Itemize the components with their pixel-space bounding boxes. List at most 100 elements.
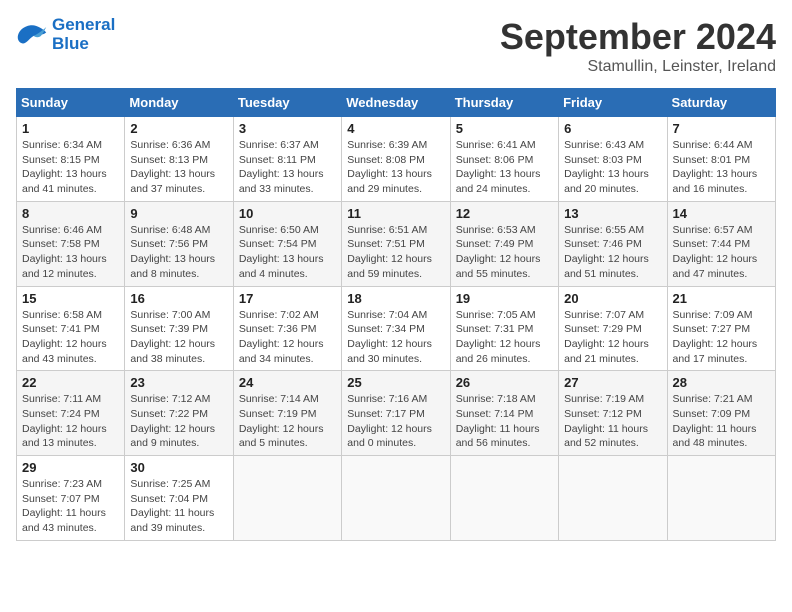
day-info: Sunrise: 7:23 AMSunset: 7:07 PMDaylight:… <box>22 477 119 536</box>
calendar-cell: 6 Sunrise: 6:43 AMSunset: 8:03 PMDaylight… <box>559 117 667 202</box>
weekday-header: Saturday <box>667 89 775 117</box>
weekday-header: Friday <box>559 89 667 117</box>
logo-text: General Blue <box>52 16 115 53</box>
title-block: September 2024 Stamullin, Leinster, Irel… <box>500 16 776 76</box>
calendar-cell: 21 Sunrise: 7:09 AMSunset: 7:27 PMDayligh… <box>667 286 775 371</box>
day-info: Sunrise: 6:39 AMSunset: 8:08 PMDaylight:… <box>347 138 444 197</box>
day-number: 22 <box>22 375 119 390</box>
day-number: 12 <box>456 206 553 221</box>
calendar-cell: 24 Sunrise: 7:14 AMSunset: 7:19 PMDayligh… <box>233 371 341 456</box>
location: Stamullin, Leinster, Ireland <box>500 58 776 76</box>
day-number: 16 <box>130 291 227 306</box>
day-number: 1 <box>22 121 119 136</box>
day-info: Sunrise: 6:36 AMSunset: 8:13 PMDaylight:… <box>130 138 227 197</box>
calendar-cell: 9 Sunrise: 6:48 AMSunset: 7:56 PMDaylight… <box>125 201 233 286</box>
page-header: General Blue September 2024 Stamullin, L… <box>16 16 776 76</box>
day-number: 24 <box>239 375 336 390</box>
day-number: 19 <box>456 291 553 306</box>
calendar-cell <box>342 456 450 541</box>
day-number: 28 <box>673 375 770 390</box>
day-info: Sunrise: 6:46 AMSunset: 7:58 PMDaylight:… <box>22 223 119 282</box>
weekday-header: Monday <box>125 89 233 117</box>
calendar-week-row: 8 Sunrise: 6:46 AMSunset: 7:58 PMDaylight… <box>17 201 776 286</box>
day-info: Sunrise: 6:55 AMSunset: 7:46 PMDaylight:… <box>564 223 661 282</box>
day-number: 14 <box>673 206 770 221</box>
day-info: Sunrise: 7:09 AMSunset: 7:27 PMDaylight:… <box>673 308 770 367</box>
day-info: Sunrise: 7:25 AMSunset: 7:04 PMDaylight:… <box>130 477 227 536</box>
day-info: Sunrise: 7:04 AMSunset: 7:34 PMDaylight:… <box>347 308 444 367</box>
calendar-cell: 1 Sunrise: 6:34 AMSunset: 8:15 PMDaylight… <box>17 117 125 202</box>
day-number: 7 <box>673 121 770 136</box>
day-info: Sunrise: 6:37 AMSunset: 8:11 PMDaylight:… <box>239 138 336 197</box>
calendar-cell: 18 Sunrise: 7:04 AMSunset: 7:34 PMDayligh… <box>342 286 450 371</box>
day-info: Sunrise: 6:48 AMSunset: 7:56 PMDaylight:… <box>130 223 227 282</box>
day-number: 20 <box>564 291 661 306</box>
day-number: 21 <box>673 291 770 306</box>
day-info: Sunrise: 7:05 AMSunset: 7:31 PMDaylight:… <box>456 308 553 367</box>
calendar-cell: 8 Sunrise: 6:46 AMSunset: 7:58 PMDaylight… <box>17 201 125 286</box>
weekday-header: Sunday <box>17 89 125 117</box>
day-info: Sunrise: 6:41 AMSunset: 8:06 PMDaylight:… <box>456 138 553 197</box>
calendar-header: SundayMondayTuesdayWednesdayThursdayFrid… <box>17 89 776 117</box>
calendar-cell: 11 Sunrise: 6:51 AMSunset: 7:51 PMDayligh… <box>342 201 450 286</box>
calendar-cell: 20Sunrise: 7:07 AMSunset: 7:29 PMDayligh… <box>559 286 667 371</box>
day-number: 23 <box>130 375 227 390</box>
calendar-cell: 25 Sunrise: 7:16 AMSunset: 7:17 PMDayligh… <box>342 371 450 456</box>
day-info: Sunrise: 6:34 AMSunset: 8:15 PMDaylight:… <box>22 138 119 197</box>
calendar-cell: 30 Sunrise: 7:25 AMSunset: 7:04 PMDayligh… <box>125 456 233 541</box>
calendar-table: SundayMondayTuesdayWednesdayThursdayFrid… <box>16 88 776 541</box>
day-number: 17 <box>239 291 336 306</box>
logo-icon <box>16 21 48 49</box>
day-info: Sunrise: 7:18 AMSunset: 7:14 PMDaylight:… <box>456 392 553 451</box>
calendar-cell: 12Sunrise: 6:53 AMSunset: 7:49 PMDayligh… <box>450 201 558 286</box>
calendar-cell <box>233 456 341 541</box>
calendar-cell: 16 Sunrise: 7:00 AMSunset: 7:39 PMDayligh… <box>125 286 233 371</box>
day-info: Sunrise: 7:16 AMSunset: 7:17 PMDaylight:… <box>347 392 444 451</box>
calendar-cell: 27 Sunrise: 7:19 AMSunset: 7:12 PMDayligh… <box>559 371 667 456</box>
calendar-week-row: 29 Sunrise: 7:23 AMSunset: 7:07 PMDayligh… <box>17 456 776 541</box>
calendar-cell: 14 Sunrise: 6:57 AMSunset: 7:44 PMDayligh… <box>667 201 775 286</box>
day-number: 30 <box>130 460 227 475</box>
day-info: Sunrise: 6:44 AMSunset: 8:01 PMDaylight:… <box>673 138 770 197</box>
calendar-cell <box>450 456 558 541</box>
day-number: 8 <box>22 206 119 221</box>
calendar-cell: 19 Sunrise: 7:05 AMSunset: 7:31 PMDayligh… <box>450 286 558 371</box>
day-number: 27 <box>564 375 661 390</box>
calendar-cell: 28 Sunrise: 7:21 AMSunset: 7:09 PMDayligh… <box>667 371 775 456</box>
weekday-header: Wednesday <box>342 89 450 117</box>
day-number: 2 <box>130 121 227 136</box>
calendar-cell: 23 Sunrise: 7:12 AMSunset: 7:22 PMDayligh… <box>125 371 233 456</box>
month-title: September 2024 <box>500 16 776 58</box>
calendar-cell: 22Sunrise: 7:11 AMSunset: 7:24 PMDayligh… <box>17 371 125 456</box>
day-info: Sunrise: 6:57 AMSunset: 7:44 PMDaylight:… <box>673 223 770 282</box>
day-info: Sunrise: 6:43 AMSunset: 8:03 PMDaylight:… <box>564 138 661 197</box>
day-number: 11 <box>347 206 444 221</box>
day-number: 25 <box>347 375 444 390</box>
calendar-cell: 7 Sunrise: 6:44 AMSunset: 8:01 PMDaylight… <box>667 117 775 202</box>
calendar-week-row: 22Sunrise: 7:11 AMSunset: 7:24 PMDayligh… <box>17 371 776 456</box>
calendar-cell: 13 Sunrise: 6:55 AMSunset: 7:46 PMDayligh… <box>559 201 667 286</box>
calendar-body: 1 Sunrise: 6:34 AMSunset: 8:15 PMDaylight… <box>17 117 776 541</box>
weekday-header: Thursday <box>450 89 558 117</box>
day-number: 18 <box>347 291 444 306</box>
day-info: Sunrise: 6:50 AMSunset: 7:54 PMDaylight:… <box>239 223 336 282</box>
day-number: 4 <box>347 121 444 136</box>
day-number: 29 <box>22 460 119 475</box>
weekday-header: Tuesday <box>233 89 341 117</box>
day-number: 9 <box>130 206 227 221</box>
day-number: 15 <box>22 291 119 306</box>
day-number: 6 <box>564 121 661 136</box>
day-number: 13 <box>564 206 661 221</box>
day-info: Sunrise: 6:51 AMSunset: 7:51 PMDaylight:… <box>347 223 444 282</box>
day-info: Sunrise: 7:19 AMSunset: 7:12 PMDaylight:… <box>564 392 661 451</box>
day-info: Sunrise: 7:14 AMSunset: 7:19 PMDaylight:… <box>239 392 336 451</box>
day-info: Sunrise: 7:12 AMSunset: 7:22 PMDaylight:… <box>130 392 227 451</box>
day-info: Sunrise: 7:21 AMSunset: 7:09 PMDaylight:… <box>673 392 770 451</box>
calendar-cell: 4 Sunrise: 6:39 AMSunset: 8:08 PMDaylight… <box>342 117 450 202</box>
calendar-cell <box>667 456 775 541</box>
calendar-cell: 10Sunrise: 6:50 AMSunset: 7:54 PMDayligh… <box>233 201 341 286</box>
calendar-cell: 15Sunrise: 6:58 AMSunset: 7:41 PMDayligh… <box>17 286 125 371</box>
day-info: Sunrise: 7:00 AMSunset: 7:39 PMDaylight:… <box>130 308 227 367</box>
day-number: 26 <box>456 375 553 390</box>
day-info: Sunrise: 7:02 AMSunset: 7:36 PMDaylight:… <box>239 308 336 367</box>
